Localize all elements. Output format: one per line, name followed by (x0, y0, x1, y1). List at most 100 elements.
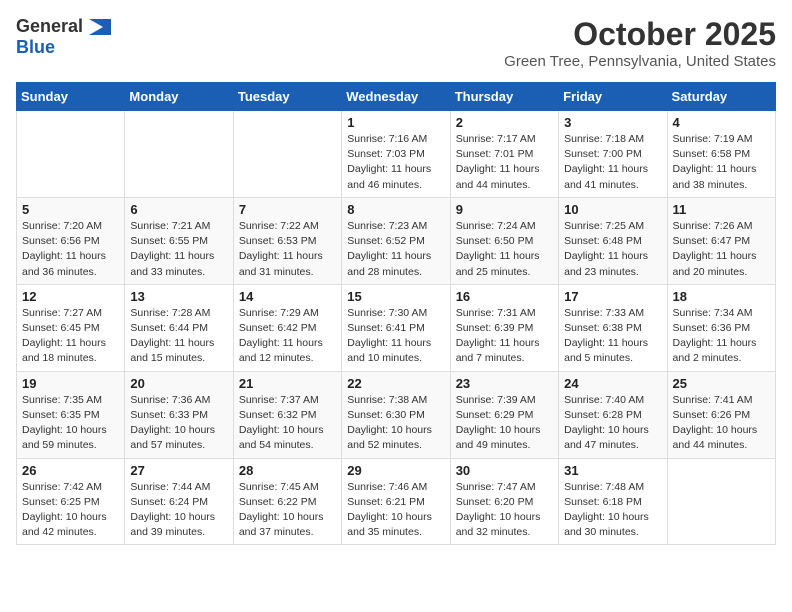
calendar-cell: 28 Sunrise: 7:45 AMSunset: 6:22 PMDayligh… (233, 458, 341, 545)
day-info: Sunrise: 7:42 AMSunset: 6:25 PMDaylight:… (22, 480, 119, 541)
day-info: Sunrise: 7:20 AMSunset: 6:56 PMDaylight:… (22, 219, 119, 280)
day-number: 12 (22, 289, 119, 304)
day-number: 4 (673, 115, 770, 130)
day-info: Sunrise: 7:21 AMSunset: 6:55 PMDaylight:… (130, 219, 227, 280)
day-info: Sunrise: 7:36 AMSunset: 6:33 PMDaylight:… (130, 393, 227, 454)
calendar-cell: 29 Sunrise: 7:46 AMSunset: 6:21 PMDayligh… (342, 458, 450, 545)
calendar-cell: 25Sunrise: 7:41 AMSunset: 6:26 PMDayligh… (667, 371, 775, 458)
day-number: 1 (347, 115, 444, 130)
day-number: 18 (673, 289, 770, 304)
calendar-week-row: 5Sunrise: 7:20 AMSunset: 6:56 PMDaylight… (17, 197, 776, 284)
calendar-cell: 1 Sunrise: 7:16 AMSunset: 7:03 PMDaylight… (342, 111, 450, 198)
day-number: 7 (239, 202, 336, 217)
day-number: 25 (673, 376, 770, 391)
day-number: 16 (456, 289, 553, 304)
day-info: Sunrise: 7:35 AMSunset: 6:35 PMDaylight:… (22, 393, 119, 454)
calendar-cell: 12 Sunrise: 7:27 AMSunset: 6:45 PMDayligh… (17, 284, 125, 371)
day-info: Sunrise: 7:29 AMSunset: 6:42 PMDaylight:… (239, 306, 336, 367)
calendar-cell: 30 Sunrise: 7:47 AMSunset: 6:20 PMDayligh… (450, 458, 558, 545)
calendar-cell: 11 Sunrise: 7:26 AMSunset: 6:47 PMDayligh… (667, 197, 775, 284)
day-info: Sunrise: 7:30 AMSunset: 6:41 PMDaylight:… (347, 306, 444, 367)
calendar-cell: 3Sunrise: 7:18 AMSunset: 7:00 PMDaylight… (559, 111, 667, 198)
day-number: 27 (130, 463, 227, 478)
day-info: Sunrise: 7:40 AMSunset: 6:28 PMDaylight:… (564, 393, 661, 454)
calendar: SundayMondayTuesdayWednesdayThursdayFrid… (16, 82, 776, 545)
day-number: 14 (239, 289, 336, 304)
calendar-header-monday: Monday (125, 83, 233, 111)
day-info: Sunrise: 7:39 AMSunset: 6:29 PMDaylight:… (456, 393, 553, 454)
calendar-week-row: 19 Sunrise: 7:35 AMSunset: 6:35 PMDayligh… (17, 371, 776, 458)
day-number: 24 (564, 376, 661, 391)
calendar-cell: 18 Sunrise: 7:34 AMSunset: 6:36 PMDayligh… (667, 284, 775, 371)
calendar-week-row: 12 Sunrise: 7:27 AMSunset: 6:45 PMDayligh… (17, 284, 776, 371)
calendar-cell: 20 Sunrise: 7:36 AMSunset: 6:33 PMDayligh… (125, 371, 233, 458)
calendar-cell: 22Sunrise: 7:38 AMSunset: 6:30 PMDayligh… (342, 371, 450, 458)
day-number: 13 (130, 289, 227, 304)
logo: General Blue (16, 16, 111, 58)
header: General Blue October 2025 Green Tree, Pe… (16, 16, 776, 70)
calendar-cell: 2 Sunrise: 7:17 AMSunset: 7:01 PMDaylight… (450, 111, 558, 198)
day-info: Sunrise: 7:31 AMSunset: 6:39 PMDaylight:… (456, 306, 553, 367)
calendar-cell: 8Sunrise: 7:23 AMSunset: 6:52 PMDaylight… (342, 197, 450, 284)
day-info: Sunrise: 7:28 AMSunset: 6:44 PMDaylight:… (130, 306, 227, 367)
calendar-cell: 26 Sunrise: 7:42 AMSunset: 6:25 PMDayligh… (17, 458, 125, 545)
calendar-cell: 7 Sunrise: 7:22 AMSunset: 6:53 PMDaylight… (233, 197, 341, 284)
day-number: 15 (347, 289, 444, 304)
day-number: 20 (130, 376, 227, 391)
day-info: Sunrise: 7:38 AMSunset: 6:30 PMDaylight:… (347, 393, 444, 454)
day-number: 31 (564, 463, 661, 478)
day-info: Sunrise: 7:26 AMSunset: 6:47 PMDaylight:… (673, 219, 770, 280)
day-info: Sunrise: 7:24 AMSunset: 6:50 PMDaylight:… (456, 219, 553, 280)
day-info: Sunrise: 7:46 AMSunset: 6:21 PMDaylight:… (347, 480, 444, 541)
calendar-header-saturday: Saturday (667, 83, 775, 111)
calendar-cell (233, 111, 341, 198)
logo-blue: Blue (16, 37, 55, 57)
day-info: Sunrise: 7:16 AMSunset: 7:03 PMDaylight:… (347, 132, 444, 193)
location: Green Tree, Pennsylvania, United States (504, 53, 776, 70)
title-area: October 2025 Green Tree, Pennsylvania, U… (504, 16, 776, 70)
day-info: Sunrise: 7:22 AMSunset: 6:53 PMDaylight:… (239, 219, 336, 280)
calendar-header-wednesday: Wednesday (342, 83, 450, 111)
day-number: 3 (564, 115, 661, 130)
day-number: 17 (564, 289, 661, 304)
calendar-cell: 5Sunrise: 7:20 AMSunset: 6:56 PMDaylight… (17, 197, 125, 284)
calendar-week-row: 26 Sunrise: 7:42 AMSunset: 6:25 PMDayligh… (17, 458, 776, 545)
calendar-cell: 13 Sunrise: 7:28 AMSunset: 6:44 PMDayligh… (125, 284, 233, 371)
day-number: 28 (239, 463, 336, 478)
day-info: Sunrise: 7:19 AMSunset: 6:58 PMDaylight:… (673, 132, 770, 193)
calendar-header-tuesday: Tuesday (233, 83, 341, 111)
calendar-cell: 15 Sunrise: 7:30 AMSunset: 6:41 PMDayligh… (342, 284, 450, 371)
day-info: Sunrise: 7:44 AMSunset: 6:24 PMDaylight:… (130, 480, 227, 541)
calendar-cell: 24 Sunrise: 7:40 AMSunset: 6:28 PMDayligh… (559, 371, 667, 458)
calendar-cell: 21Sunrise: 7:37 AMSunset: 6:32 PMDayligh… (233, 371, 341, 458)
calendar-header-sunday: Sunday (17, 83, 125, 111)
month-title: October 2025 (504, 16, 776, 53)
day-info: Sunrise: 7:48 AMSunset: 6:18 PMDaylight:… (564, 480, 661, 541)
day-info: Sunrise: 7:47 AMSunset: 6:20 PMDaylight:… (456, 480, 553, 541)
day-info: Sunrise: 7:27 AMSunset: 6:45 PMDaylight:… (22, 306, 119, 367)
day-info: Sunrise: 7:17 AMSunset: 7:01 PMDaylight:… (456, 132, 553, 193)
day-number: 30 (456, 463, 553, 478)
calendar-cell (667, 458, 775, 545)
logo-flag-icon (89, 19, 111, 35)
calendar-cell: 31 Sunrise: 7:48 AMSunset: 6:18 PMDayligh… (559, 458, 667, 545)
calendar-cell: 10Sunrise: 7:25 AMSunset: 6:48 PMDayligh… (559, 197, 667, 284)
day-number: 26 (22, 463, 119, 478)
day-info: Sunrise: 7:34 AMSunset: 6:36 PMDaylight:… (673, 306, 770, 367)
calendar-cell: 17Sunrise: 7:33 AMSunset: 6:38 PMDayligh… (559, 284, 667, 371)
calendar-header-friday: Friday (559, 83, 667, 111)
day-number: 2 (456, 115, 553, 130)
calendar-cell (125, 111, 233, 198)
logo-general: General (16, 16, 83, 37)
day-number: 29 (347, 463, 444, 478)
day-number: 19 (22, 376, 119, 391)
day-number: 21 (239, 376, 336, 391)
day-info: Sunrise: 7:25 AMSunset: 6:48 PMDaylight:… (564, 219, 661, 280)
day-info: Sunrise: 7:45 AMSunset: 6:22 PMDaylight:… (239, 480, 336, 541)
calendar-cell: 4 Sunrise: 7:19 AMSunset: 6:58 PMDaylight… (667, 111, 775, 198)
day-number: 8 (347, 202, 444, 217)
calendar-cell: 19 Sunrise: 7:35 AMSunset: 6:35 PMDayligh… (17, 371, 125, 458)
day-number: 9 (456, 202, 553, 217)
day-number: 23 (456, 376, 553, 391)
day-number: 11 (673, 202, 770, 217)
